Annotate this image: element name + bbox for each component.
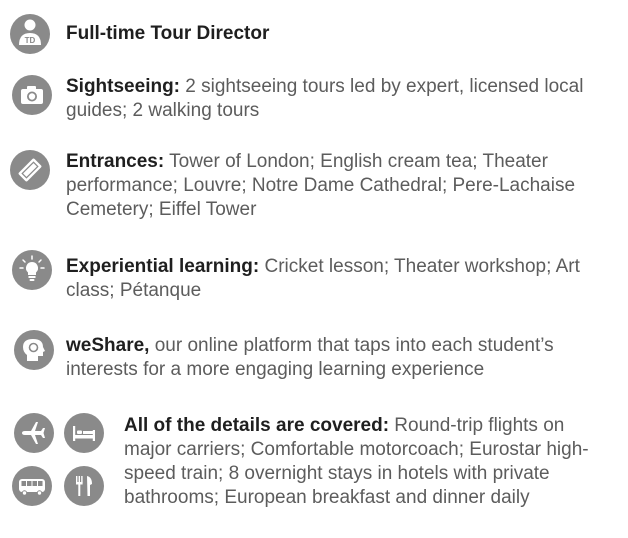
- utensils-icon: [64, 466, 104, 506]
- feature-text: Full-time Tour Director: [66, 22, 606, 46]
- feature-text: Experiential learning: Cricket lesson; T…: [66, 255, 626, 303]
- feature-title: All of the details are covered:: [124, 415, 390, 436]
- feature-text: Sightseeing: 2 sightseeing tours led by …: [66, 75, 626, 123]
- airplane-icon: [14, 413, 54, 453]
- ticket-icon: [10, 150, 50, 190]
- lightbulb-icon: [12, 250, 52, 290]
- bus-icon: [12, 466, 52, 506]
- bed-icon: [64, 413, 104, 453]
- feature-text: All of the details are covered: Round-tr…: [124, 414, 604, 510]
- tour-director-badge: TD: [25, 36, 36, 45]
- tour-director-icon: TD: [10, 14, 50, 54]
- feature-title: Full-time Tour Director: [66, 23, 270, 44]
- feature-title: Experiential learning:: [66, 256, 260, 277]
- feature-text: weShare, our online platform that taps i…: [66, 334, 626, 382]
- feature-text: Entrances: Tower of London; English crea…: [66, 150, 626, 222]
- feature-title: Sightseeing:: [66, 76, 181, 97]
- head-icon: [14, 330, 54, 370]
- feature-title: Entrances:: [66, 151, 165, 172]
- camera-icon: [12, 75, 52, 115]
- feature-title: weShare,: [66, 335, 150, 356]
